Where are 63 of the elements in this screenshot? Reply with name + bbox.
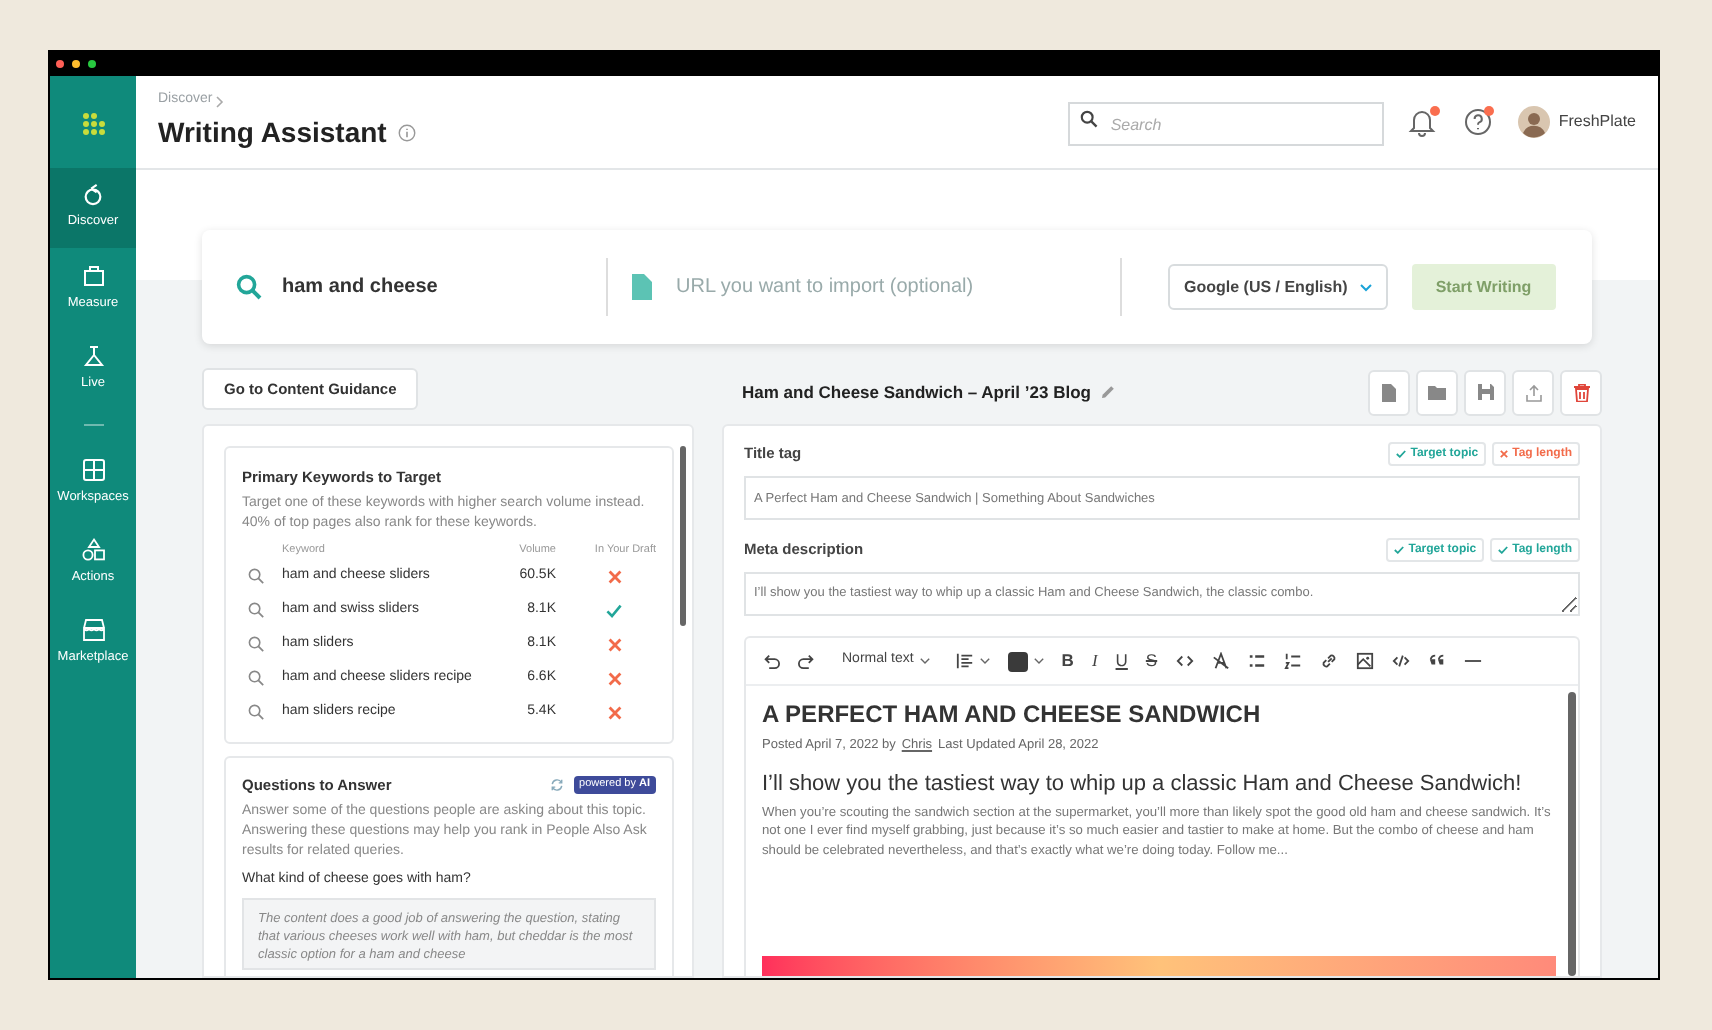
delete-button[interactable] [1560,369,1602,415]
search-icon[interactable] [248,568,264,584]
page-title: Writing Assistant [158,113,387,152]
quote-icon[interactable] [1427,652,1446,670]
keyword-input[interactable]: ham and cheese [282,272,582,302]
search-icon[interactable] [248,670,264,686]
link-icon[interactable] [1319,652,1338,670]
italic-button[interactable]: I [1091,648,1098,674]
undo-icon[interactable] [762,652,780,670]
storefront-icon [81,617,105,642]
article-heading: A PERFECT HAM AND CHEESE SANDWICH [762,698,1263,732]
upload-icon [1525,383,1541,401]
avatar-icon[interactable] [1518,106,1551,138]
window-controls-drawing [56,59,96,67]
chevron-right-icon [216,95,225,107]
search-field[interactable]: Search [1068,102,1385,147]
bold-button[interactable]: B [1061,648,1074,674]
check-icon [1498,546,1509,554]
bell-icon[interactable] [1408,107,1437,137]
underline-button[interactable]: U [1115,648,1128,674]
pencil-icon[interactable] [1100,384,1117,400]
search-icon[interactable] [248,704,264,720]
chevron-down-icon [1359,283,1372,291]
code-icon[interactable] [1175,652,1194,670]
cross-icon [1500,450,1509,458]
open-button[interactable] [1416,369,1458,415]
clear-format-icon[interactable] [1211,652,1230,670]
logo-icon [79,112,107,140]
check-icon [1396,450,1407,458]
chevron-down-icon [919,658,930,664]
strikethrough-button[interactable]: S [1145,648,1158,674]
bullet-list-icon[interactable] [1247,652,1266,670]
document-icon [1382,383,1396,401]
trash-icon [1573,383,1589,401]
search-icon [1080,110,1099,129]
check-icon [1394,546,1405,554]
shapes-icon [81,537,105,562]
align-dropdown[interactable] [955,652,990,670]
search-icon [236,274,262,300]
user-name[interactable]: FreshPlate [1558,110,1636,134]
numbered-list-icon[interactable] [1283,652,1302,670]
search-icon[interactable] [248,602,264,618]
search-icon[interactable] [248,636,264,652]
save-button[interactable] [1464,369,1506,415]
engine-dropdown[interactable]: Google (US / English) [1168,264,1388,310]
scrollbar-thumb[interactable] [1568,692,1576,976]
help-icon[interactable] [1464,108,1493,136]
color-dropdown[interactable] [1007,651,1044,671]
folder-icon [1428,385,1446,399]
chevron-down-icon [979,658,990,664]
chevron-down-icon [1033,658,1044,664]
document-icon [632,274,652,300]
flask-icon [81,343,105,368]
redo-icon[interactable] [798,652,816,670]
code-block-icon[interactable] [1391,652,1410,670]
scrollbar-thumb[interactable] [680,446,686,626]
document-title: Ham and Cheese Sandwich – April ’23 Blog [742,379,1091,405]
grid-icon [81,457,105,482]
info-icon[interactable] [398,123,417,142]
url-input[interactable]: URL you want to import (optional) [676,272,1116,302]
image-icon[interactable] [1355,652,1374,670]
article-subheading: I’ll show you the tastiest way to whip up a classic Ham and Cheese Sandwich! [762,769,1524,798]
new-document-button[interactable] [1368,369,1410,415]
